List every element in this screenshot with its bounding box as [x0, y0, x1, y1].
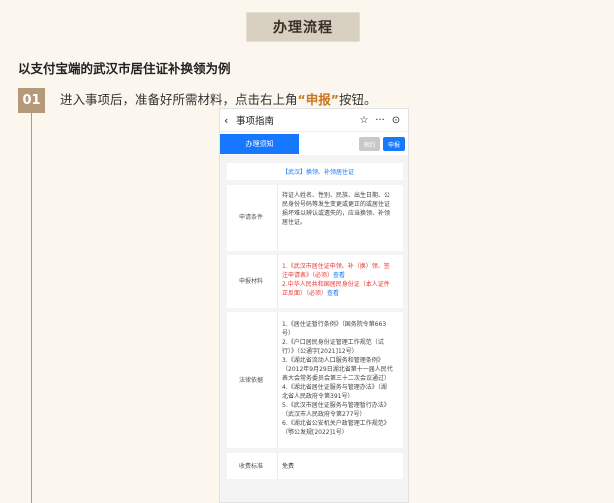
apply-button[interactable]: 申报: [383, 137, 405, 151]
star-icon[interactable]: ☆: [356, 115, 372, 126]
row-value: 持证人姓名、性别、民族、出生日期、公 民身份号码等发生变更或更正的或居住证 损坏…: [282, 191, 399, 227]
text-line: 2.《户口居民身份证管理工作规范（试: [282, 339, 384, 346]
row-label: 申报材料: [238, 278, 263, 285]
row-separator: [277, 255, 278, 308]
text-line: 民身份号码等发生变更或更正的或居住证: [282, 201, 391, 208]
step-timeline-line: [31, 113, 32, 503]
material-line: 1.《武汉市居住证申领、补（换）领、签: [282, 263, 390, 270]
text-line: 居住证。: [282, 219, 307, 226]
material-line: 2.中华人民共和国居民身份证（本人证件: [282, 281, 390, 288]
item-title: 【武汉】换领、补领居住证: [282, 169, 355, 176]
row-fees: 收费标准 免费: [227, 453, 403, 479]
step-text-highlight: “申报”: [297, 92, 339, 107]
text-line: （鄂公发规[2022]1号）: [282, 429, 348, 436]
row-value: 1.《武汉市居住证申领、补（换）领、签 注申请表》（必须）查看 2.中华人民共和…: [282, 262, 399, 298]
text-line: （2012年9月29日湖北省第十一届人民代: [282, 366, 393, 373]
row-separator: [277, 453, 278, 479]
row-materials: 申报材料 1.《武汉市居住证申领、补（换）领、签 注申请表》（必须）查看 2.中…: [227, 255, 403, 308]
text-line: 3.《湖北省流动人口服务和管理条例》: [282, 357, 384, 364]
step-number-badge: 01: [18, 88, 45, 113]
row-value: 1.《居住证暂行条例》（国务院令第663 号） 2.《户口居民身份证管理工作规范…: [282, 320, 399, 437]
phone-screenshot: ‹ 事项指南 ☆ ··· ⊙ 办理须知 预约 申报 【武汉】换领、补领居住证 申…: [219, 108, 409, 503]
row-separator: [277, 312, 278, 448]
view-link[interactable]: 查看: [333, 272, 345, 279]
target-icon[interactable]: ⊙: [388, 115, 404, 126]
tab-notice[interactable]: 办理须知: [220, 134, 299, 154]
step-text-after: 按钮。: [338, 92, 377, 107]
text-line: （武汉市人民政府令第277号）: [282, 411, 366, 418]
phone-topbar: ‹ 事项指南 ☆ ··· ⊙: [220, 109, 408, 131]
step-instruction: 进入事项后，准备好所需材料，点击右上角“申报”按钮。: [60, 89, 376, 108]
text-line: 持证人姓名、性别、民族、出生日期、公: [282, 192, 391, 199]
text-line: 行）》（公通字[2021]12号）: [282, 348, 358, 355]
item-title-card: 【武汉】换领、补领居住证: [227, 163, 403, 180]
appointment-button[interactable]: 预约: [359, 137, 380, 151]
text-line: 表大会常务委员会第三十二次会议通过）: [282, 375, 391, 382]
view-link[interactable]: 查看: [327, 290, 339, 297]
row-conditions: 申请条件 持证人姓名、性别、民族、出生日期、公 民身份号码等发生变更或更正的或居…: [227, 185, 403, 251]
phone-tabbar: 办理须知 预约 申报: [220, 131, 408, 155]
text-line: 北省人民政府令第391号）: [282, 393, 354, 400]
text-line: 损坏难以辨认或遗失的，应当换领、补领: [282, 210, 391, 217]
row-separator: [277, 185, 278, 251]
row-label: 收费标准: [238, 463, 263, 470]
text-line: 4.《湖北省居住证服务与管理办法》（湖: [282, 384, 387, 391]
section-banner: 办理流程: [246, 12, 360, 42]
material-line: 正反面）（必须）: [282, 290, 328, 297]
row-legal-basis: 法律依据 1.《居住证暂行条例》（国务院令第663 号） 2.《户口居民身份证管…: [227, 312, 403, 448]
row-label: 法律依据: [238, 377, 263, 384]
text-line: 1.《居住证暂行条例》（国务院令第663: [282, 321, 387, 328]
text-line: 号）: [282, 330, 295, 337]
text-line: 6.《湖北省公安机关户政管理工作规范》: [282, 420, 390, 427]
text-line: 5.《武汉市居住证服务与管理暂行办法》: [282, 402, 390, 409]
section-heading: 以支付宝端的武汉市居住证补换领为例: [18, 61, 231, 76]
material-line: 注申请表》（必须）: [282, 272, 334, 279]
row-label: 申请条件: [238, 214, 263, 221]
back-icon[interactable]: ‹: [224, 114, 236, 127]
row-value: 免费: [282, 463, 295, 470]
more-icon[interactable]: ···: [372, 115, 388, 126]
phone-title: 事项指南: [236, 116, 275, 127]
step-text-before: 进入事项后，准备好所需材料，点击右上角: [60, 92, 298, 107]
